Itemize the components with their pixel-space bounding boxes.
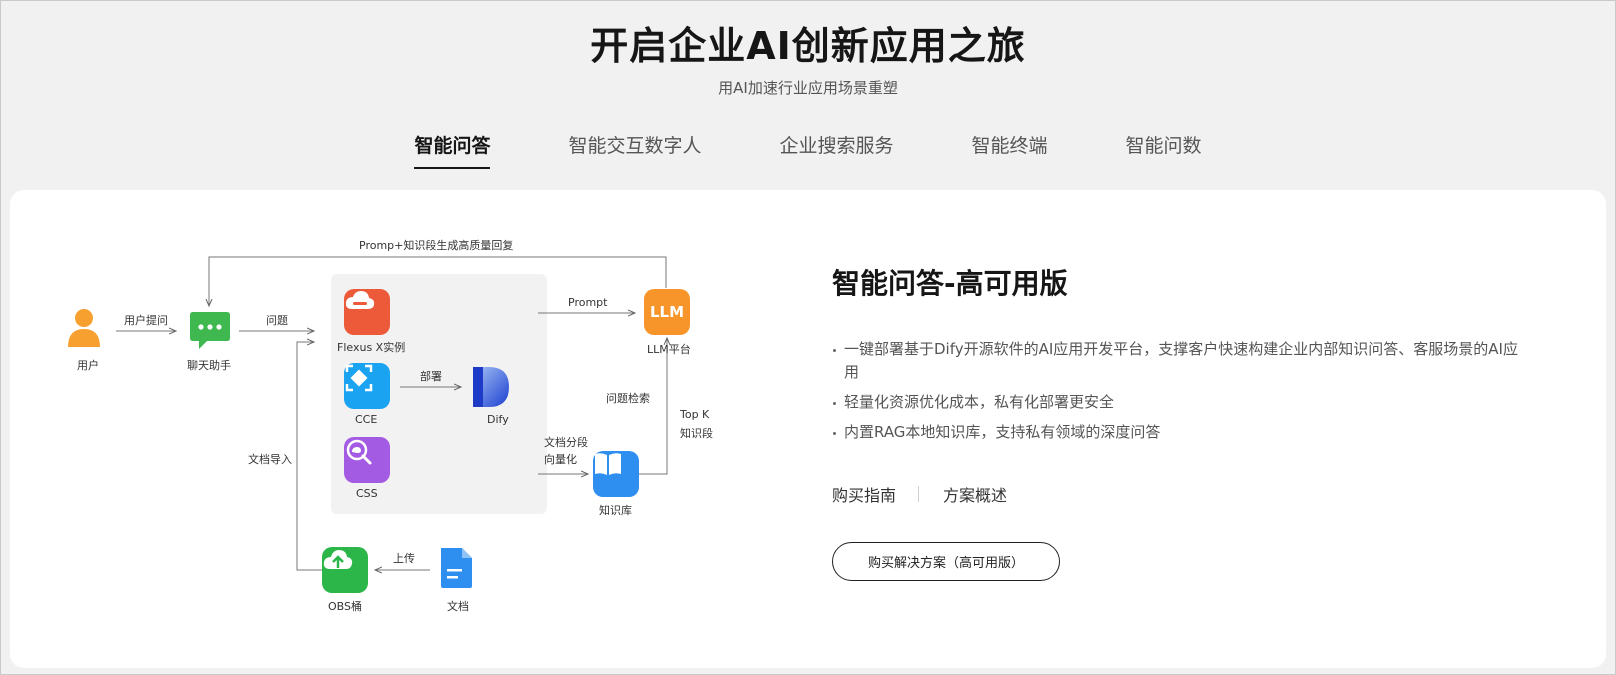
solution-title: 智能问答-高可用版 [832,267,1068,300]
dify-logo-icon [471,365,517,411]
page-title: 开启企业AI创新应用之旅 [590,24,1026,68]
feature-list: 一键部署基于Dify开源软件的AI应用开发平台，支撑客户快速构建企业内部知识问答… [832,338,1522,451]
question-label: 问题 [266,314,288,327]
prompt-label: Prompt [568,296,608,309]
upload-label: 上传 [393,552,415,565]
feature-item: 轻量化资源优化成本，私有化部署更安全 [832,391,1522,414]
knowledge-base-book-icon [593,451,639,497]
question-search-label: 问题检索 [606,392,650,405]
tab-smart-data-query[interactable]: 智能问数 [1126,131,1202,169]
solution-card: Promp+知识段生成高质量回复 用户提问 问题 Prompt 部署 问题检索 … [10,190,1606,668]
document-label: 文档 [447,600,469,613]
doc-import-arrow [296,342,322,571]
css-label: CSS [356,487,378,500]
user-ask-label: 用户提问 [124,314,168,327]
llm-platform-label: LLM平台 [647,343,691,356]
solution-tabs: 智能问答 智能交互数字人 企业搜索服务 智能终端 智能问数 [1,131,1615,169]
chat-bubble-icon [189,310,231,352]
purchase-guide-link[interactable]: 购买指南 [832,482,896,506]
knowledge-segment-label: 知识段 [680,427,713,440]
obs-label: OBS桶 [328,600,362,613]
page-subtitle: 用AI加速行业应用场景重塑 [718,79,898,97]
solution-info: 智能问答-高可用版 一键部署基于Dify开源软件的AI应用开发平台，支撑客户快速… [832,190,1572,668]
deploy-label: 部署 [420,370,442,383]
buy-solution-button[interactable]: 购买解决方案（高可用版） [832,542,1060,581]
cce-label: CCE [355,413,378,426]
solution-links: 购买指南 方案概述 [832,482,1007,506]
llm-icon-text: LLM [649,303,685,321]
obs-cloud-upload-icon [322,547,368,593]
architecture-diagram: Promp+知识段生成高质量回复 用户提问 问题 Prompt 部署 问题检索 … [10,190,810,668]
cce-container-icon [344,363,390,409]
doc-segment-label: 文档分段 [544,436,588,449]
reply-loop-label: Promp+知识段生成高质量回复 [359,239,514,252]
topk-arrow [638,338,667,475]
tab-smart-terminal[interactable]: 智能终端 [972,131,1048,169]
topk-label: Top K [680,408,710,421]
user-label: 用户 [77,359,99,372]
llm-icon: LLM [644,289,690,335]
tab-smart-qa[interactable]: 智能问答 [414,131,491,169]
tab-enterprise-search[interactable]: 企业搜索服务 [779,131,893,169]
css-search-icon [344,437,390,483]
knowledge-base-label: 知识库 [599,504,632,517]
user-icon [66,307,110,351]
flexus-cloud-icon [344,289,390,335]
document-icon [438,547,484,593]
link-divider [918,486,920,502]
flexus-label: Flexus X实例 [337,341,406,354]
solution-overview-link[interactable]: 方案概述 [943,482,1007,506]
page: 开启企业AI创新应用之旅 用AI加速行业应用场景重塑 智能问答 智能交互数字人 … [0,0,1616,675]
chat-assistant-label: 聊天助手 [187,359,231,372]
vectorize-label: 向量化 [544,453,577,466]
feature-item: 一键部署基于Dify开源软件的AI应用开发平台，支撑客户快速构建企业内部知识问答… [832,338,1522,384]
dify-label: Dify [487,413,509,426]
tab-digital-human[interactable]: 智能交互数字人 [568,131,701,169]
feature-item: 内置RAG本地知识库，支持私有领域的深度问答 [832,421,1522,444]
doc-import-label: 文档导入 [248,453,292,466]
